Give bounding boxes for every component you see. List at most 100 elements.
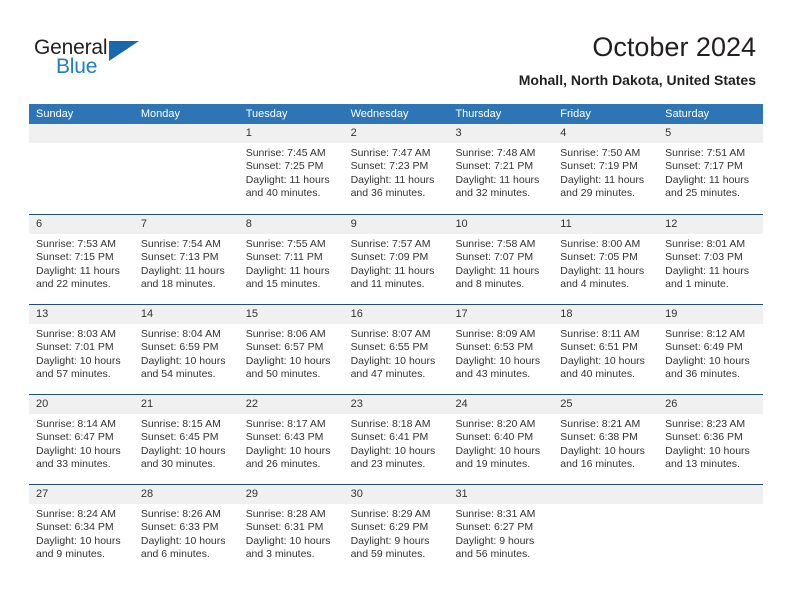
day-number-11[interactable]: 11: [553, 215, 658, 234]
day-number-2[interactable]: 2: [344, 124, 449, 143]
day-cell-18[interactable]: Sunrise: 8:11 AM Sunset: 6:51 PM Daylight:…: [553, 324, 658, 394]
sunrise-line: Sunrise: 8:28 AM: [245, 508, 326, 520]
day-cell-28[interactable]: Sunrise: 8:26 AM Sunset: 6:33 PM Daylight:…: [134, 504, 239, 574]
day-cell-16[interactable]: Sunrise: 8:07 AM Sunset: 6:55 PM Daylight:…: [344, 324, 449, 394]
calendar-weeks: 1 2 3 4 5 Sunrise: 7:45 AM Sunset: 7:25 PM Dayl…: [29, 124, 763, 574]
day-number-30[interactable]: 30: [344, 485, 449, 504]
daylight-minutes-line: and 32 minutes.: [455, 187, 531, 200]
day-of-week-sunday: Sunday: [36, 108, 74, 120]
day-number-20[interactable]: 20: [29, 395, 134, 414]
day-number-28[interactable]: 28: [134, 485, 239, 504]
sunset-line: Sunset: 6:55 PM: [350, 341, 429, 354]
day-cell-29[interactable]: Sunrise: 8:28 AM Sunset: 6:31 PM Daylight:…: [239, 504, 344, 574]
day-number-12[interactable]: 12: [658, 215, 763, 234]
day-number-6[interactable]: 6: [29, 215, 134, 234]
day-number-3[interactable]: 3: [448, 124, 553, 143]
sunset-line: Sunset: 7:19 PM: [560, 160, 638, 173]
day-cell-11[interactable]: Sunrise: 8:00 AM Sunset: 7:05 PM Daylight:…: [553, 234, 658, 304]
day-cell-9[interactable]: Sunrise: 7:57 AM Sunset: 7:09 PM Daylight:…: [344, 234, 449, 304]
daylight-line: Daylight: 11 hours: [140, 264, 225, 277]
day-cell-4[interactable]: Sunrise: 7:50 AM Sunset: 7:19 PM Daylight:…: [553, 143, 658, 213]
day-number-26[interactable]: 26: [658, 395, 763, 414]
day-number-9[interactable]: 9: [344, 215, 449, 234]
day-cell-30[interactable]: Sunrise: 8:29 AM Sunset: 6:29 PM Daylight:…: [344, 504, 449, 574]
day-number-empty: [658, 485, 763, 504]
day-cell-20[interactable]: Sunrise: 8:14 AM Sunset: 6:47 PM Daylight:…: [29, 414, 134, 484]
day-cell-27[interactable]: Sunrise: 8:24 AM Sunset: 6:34 PM Daylight:…: [29, 504, 134, 574]
day-cell-5[interactable]: Sunrise: 7:51 AM Sunset: 7:17 PM Daylight:…: [658, 143, 763, 213]
day-cell-25[interactable]: Sunrise: 8:21 AM Sunset: 6:38 PM Daylight:…: [553, 414, 658, 484]
daylight-minutes-line: and 59 minutes.: [350, 548, 426, 561]
day-number-17[interactable]: 17: [448, 305, 553, 324]
sunrise-line: Sunrise: 8:04 AM: [140, 328, 221, 340]
sunrise-line: Sunrise: 8:24 AM: [36, 508, 116, 520]
day-cell-6[interactable]: Sunrise: 7:53 AM Sunset: 7:15 PM Daylight:…: [29, 234, 134, 304]
day-number-27[interactable]: 27: [29, 485, 134, 504]
day-cell-7[interactable]: Sunrise: 7:54 AM Sunset: 7:13 PM Daylight:…: [134, 234, 239, 304]
sunset-line: Sunset: 6:41 PM: [350, 431, 429, 444]
day-number-1[interactable]: 1: [239, 124, 344, 143]
sunset-line: Sunset: 7:11 PM: [245, 251, 323, 264]
day-number-22[interactable]: 22: [239, 395, 344, 414]
sunset-line: Sunset: 6:36 PM: [665, 431, 743, 444]
day-number-29[interactable]: 29: [239, 485, 344, 504]
day-cell-10[interactable]: Sunrise: 7:58 AM Sunset: 7:07 PM Daylight:…: [448, 234, 553, 304]
day-number-13[interactable]: 13: [29, 305, 134, 324]
day-number-25[interactable]: 25: [553, 395, 658, 414]
daylight-minutes-line: and 50 minutes.: [245, 368, 321, 381]
sunset-line: Sunset: 7:13 PM: [140, 251, 219, 264]
day-cell-2[interactable]: Sunrise: 7:47 AM Sunset: 7:23 PM Daylight:…: [344, 143, 449, 213]
week-date-number-band: 12345: [29, 124, 763, 143]
day-number-4[interactable]: 4: [553, 124, 658, 143]
daylight-line: Daylight: 9 hours: [455, 534, 535, 547]
day-cell-13[interactable]: Sunrise: 8:03 AM Sunset: 7:01 PM Daylight:…: [29, 324, 134, 394]
day-number-19[interactable]: 19: [658, 305, 763, 324]
day-cell-26[interactable]: Sunrise: 8:23 AM Sunset: 6:36 PM Daylight:…: [658, 414, 763, 484]
sunset-line: Sunset: 6:57 PM: [245, 341, 324, 354]
day-number-7[interactable]: 7: [134, 215, 239, 234]
logo-text-blue: Blue: [56, 55, 98, 78]
week-detail-band: Sunrise: 8:14 AM Sunset: 6:47 PM Daylight:…: [29, 414, 763, 484]
sunrise-line: Sunrise: 8:31 AM: [455, 508, 536, 520]
sunrise-line: Sunrise: 8:03 AM: [36, 328, 116, 340]
sunset-line: Sunset: 6:31 PM: [245, 521, 324, 534]
day-number-18[interactable]: 18: [553, 305, 658, 324]
day-of-week-friday: Friday: [560, 108, 591, 120]
day-number-16[interactable]: 16: [344, 305, 449, 324]
day-number-31[interactable]: 31: [448, 485, 553, 504]
calendar-week-row: 6 7 8 9 10 11 12 Sunrise: 7:53 AM Sunset: 7:15 P…: [29, 214, 763, 304]
day-number-14[interactable]: 14: [134, 305, 239, 324]
day-cell-empty: [553, 504, 658, 574]
day-of-week-saturday: Saturday: [665, 108, 710, 120]
day-number-5[interactable]: 5: [658, 124, 763, 143]
day-number-23[interactable]: 23: [344, 395, 449, 414]
day-number-10[interactable]: 10: [448, 215, 553, 234]
day-cell-8[interactable]: Sunrise: 7:55 AM Sunset: 7:11 PM Daylight:…: [239, 234, 344, 304]
day-cell-17[interactable]: Sunrise: 8:09 AM Sunset: 6:53 PM Daylight:…: [448, 324, 553, 394]
sunset-line: Sunset: 6:38 PM: [560, 431, 638, 444]
day-cell-19[interactable]: Sunrise: 8:12 AM Sunset: 6:49 PM Daylight:…: [658, 324, 763, 394]
day-cell-14[interactable]: Sunrise: 8:04 AM Sunset: 6:59 PM Daylight:…: [134, 324, 239, 394]
day-cell-15[interactable]: Sunrise: 8:06 AM Sunset: 6:57 PM Daylight:…: [239, 324, 344, 394]
day-number-21[interactable]: 21: [134, 395, 239, 414]
day-cell-31[interactable]: Sunrise: 8:31 AM Sunset: 6:27 PM Daylight:…: [448, 504, 553, 574]
day-cell-23[interactable]: Sunrise: 8:18 AM Sunset: 6:41 PM Daylight:…: [344, 414, 449, 484]
day-number-15[interactable]: 15: [239, 305, 344, 324]
sunrise-line: Sunrise: 8:09 AM: [455, 328, 536, 340]
day-number-8[interactable]: 8: [239, 215, 344, 234]
day-number-24[interactable]: 24: [448, 395, 553, 414]
day-cell-21[interactable]: Sunrise: 8:15 AM Sunset: 6:45 PM Daylight:…: [134, 414, 239, 484]
sunrise-line: Sunrise: 7:48 AM: [455, 147, 536, 159]
daylight-line: Daylight: 10 hours: [665, 444, 750, 457]
sunset-line: Sunset: 6:40 PM: [455, 431, 534, 444]
daylight-minutes-line: and 40 minutes.: [560, 368, 636, 381]
day-cell-1[interactable]: Sunrise: 7:45 AM Sunset: 7:25 PM Daylight:…: [239, 143, 344, 213]
day-cell-24[interactable]: Sunrise: 8:20 AM Sunset: 6:40 PM Daylight:…: [448, 414, 553, 484]
day-cell-3[interactable]: Sunrise: 7:48 AM Sunset: 7:21 PM Daylight:…: [448, 143, 553, 213]
daylight-line: Daylight: 11 hours: [350, 173, 435, 186]
general-blue-logo[interactable]: General Blue: [34, 36, 154, 82]
sunrise-line: Sunrise: 7:53 AM: [36, 238, 116, 250]
day-cell-12[interactable]: Sunrise: 8:01 AM Sunset: 7:03 PM Daylight:…: [658, 234, 763, 304]
day-cell-22[interactable]: Sunrise: 8:17 AM Sunset: 6:43 PM Daylight:…: [239, 414, 344, 484]
sunrise-line: Sunrise: 8:20 AM: [455, 418, 536, 430]
